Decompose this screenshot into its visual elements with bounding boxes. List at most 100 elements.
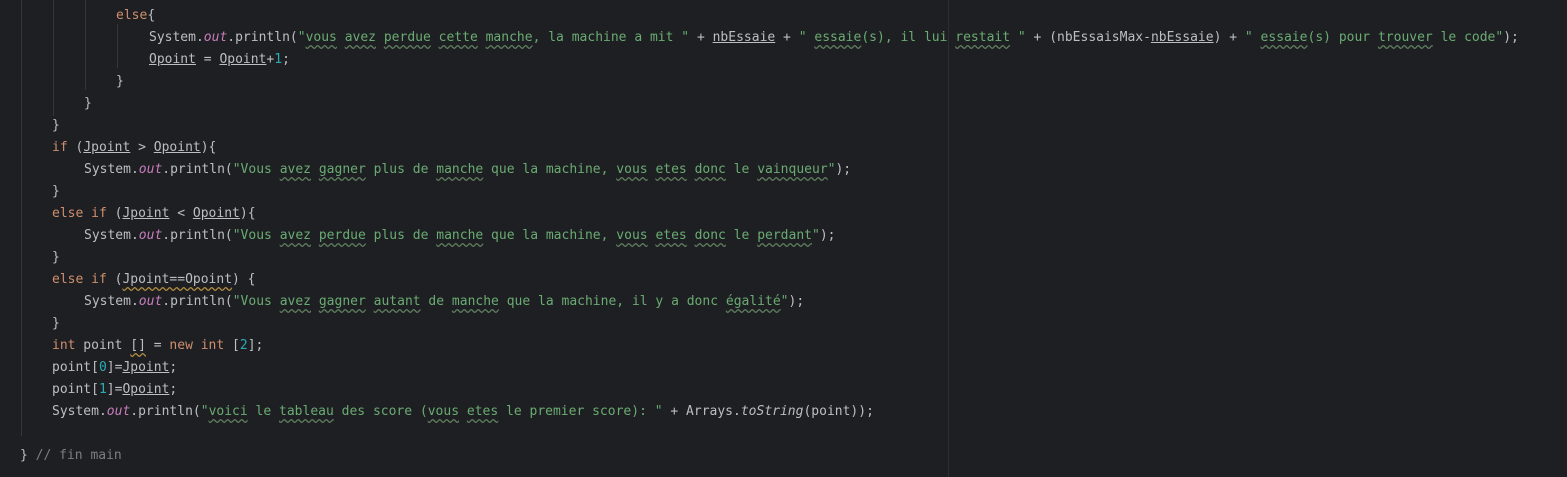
- code-line[interactable]: }: [0, 115, 1567, 137]
- code-token: (s) pour: [1307, 30, 1378, 45]
- code-token: );: [819, 228, 836, 243]
- code-token: donc: [694, 228, 726, 243]
- code-token: ;: [169, 360, 178, 375]
- code-token: Opoint: [149, 52, 196, 67]
- code-token: des score (: [333, 404, 428, 419]
- code-token: perdue: [318, 228, 366, 243]
- code-line[interactable]: else if (Jpoint==Opoint) {: [0, 269, 1567, 291]
- code-token: avez: [279, 162, 312, 177]
- code-line[interactable]: if (Jpoint > Opoint){: [0, 137, 1567, 159]
- code-token: out: [138, 228, 163, 243]
- code-token: else: [116, 8, 148, 23]
- code-token: donc: [694, 162, 726, 177]
- code-token: point[: [52, 360, 99, 375]
- code-token: essaie: [1260, 30, 1308, 45]
- code-line[interactable]: System.out.println("Vous avez perdue plu…: [0, 225, 1567, 247]
- code-token: }: [20, 448, 28, 463]
- code-line[interactable]: else if (Jpoint < Opoint){: [0, 203, 1567, 225]
- code-token: Jpoint: [122, 206, 170, 221]
- code-line[interactable]: }: [0, 71, 1567, 93]
- code-token: toString: [740, 404, 804, 419]
- code-token: manche: [436, 228, 484, 243]
- code-token: else if: [52, 272, 107, 287]
- code-token: etes: [466, 404, 499, 419]
- code-token: .println(: [227, 30, 298, 45]
- code-token: gagner: [318, 162, 366, 177]
- code-token: 0: [98, 360, 107, 375]
- code-editor[interactable]: else{System.out.println("vous avez perdu…: [0, 0, 1567, 477]
- code-line[interactable]: System.out.println("Vous avez gagner plu…: [0, 159, 1567, 181]
- code-token: ];: [247, 338, 264, 353]
- code-token: int: [200, 338, 225, 353]
- code-line[interactable]: } // fin main: [0, 445, 1567, 467]
- code-token: vainqueur: [757, 162, 828, 177]
- code-token: Opoint: [122, 382, 170, 397]
- code-token: trouver: [1377, 30, 1433, 45]
- code-line[interactable]: Opoint = Opoint+1;: [0, 49, 1567, 71]
- code-token: vous: [616, 228, 648, 243]
- code-token: =: [195, 52, 220, 67]
- code-token: Opoint: [153, 140, 201, 155]
- code-token: le: [725, 162, 758, 177]
- code-line[interactable]: }: [0, 93, 1567, 115]
- code-token: Opoint: [219, 52, 267, 67]
- code-token: gagner: [318, 294, 366, 309]
- code-token: etes: [655, 162, 687, 177]
- code-token: vous: [427, 404, 460, 419]
- code-token: }: [52, 250, 60, 265]
- code-token: .println(: [162, 162, 233, 177]
- code-line[interactable]: }: [0, 247, 1567, 269]
- code-token: "Vous: [232, 162, 280, 177]
- code-token: }: [52, 184, 60, 199]
- code-token: ]=: [106, 382, 123, 397]
- code-line[interactable]: System.out.println("voici le tableau des…: [0, 401, 1567, 423]
- code-line[interactable]: int point [] = new int [2];: [0, 335, 1567, 357]
- code-token: if: [52, 140, 68, 155]
- code-token: ": [812, 228, 820, 243]
- code-token: int: [52, 338, 76, 353]
- code-token: }: [52, 118, 60, 133]
- code-token: égalité: [725, 294, 781, 309]
- code-token: ": [780, 294, 789, 309]
- code-token: + Arrays.: [662, 404, 741, 419]
- code-token: "Vous: [232, 294, 280, 309]
- code-token: ": [297, 30, 306, 45]
- code-token: <: [169, 206, 193, 221]
- code-line[interactable]: [0, 423, 1567, 445]
- code-token: );: [1503, 30, 1519, 45]
- code-token: essaie: [814, 30, 862, 45]
- code-line[interactable]: System.out.println("vous avez perdue cet…: [0, 27, 1567, 49]
- code-line[interactable]: System.out.println("Vous avez gagner aut…: [0, 291, 1567, 313]
- code-token: out: [138, 162, 163, 177]
- code-token: ": [200, 404, 209, 419]
- code-token: que la machine,: [483, 162, 617, 177]
- code-token: vous: [305, 30, 337, 45]
- code-token: plus de: [365, 228, 437, 243]
- code-line[interactable]: }: [0, 313, 1567, 335]
- code-token: .println(: [130, 404, 201, 419]
- code-token: );: [788, 294, 805, 309]
- code-token: }: [116, 74, 124, 89]
- code-token: out: [138, 294, 163, 309]
- code-token: que la machine, il y a donc: [498, 294, 726, 309]
- code-token: +: [775, 30, 799, 45]
- code-token: System.: [84, 228, 139, 243]
- code-line[interactable]: else{: [0, 5, 1567, 27]
- code-line[interactable]: point[1]=Opoint;: [0, 379, 1567, 401]
- code-token: new: [169, 338, 193, 353]
- code-line[interactable]: point[0]=Jpoint;: [0, 357, 1567, 379]
- code-token: "Vous: [232, 228, 280, 243]
- code-token: perdant: [757, 228, 812, 243]
- code-token: Jpoint: [83, 140, 131, 155]
- code-token: ;: [282, 52, 290, 67]
- code-token: (: [106, 272, 123, 287]
- code-token: 2: [239, 338, 248, 353]
- code-line[interactable]: }: [0, 181, 1567, 203]
- code-token: 1: [98, 382, 107, 397]
- code-token: out: [106, 404, 131, 419]
